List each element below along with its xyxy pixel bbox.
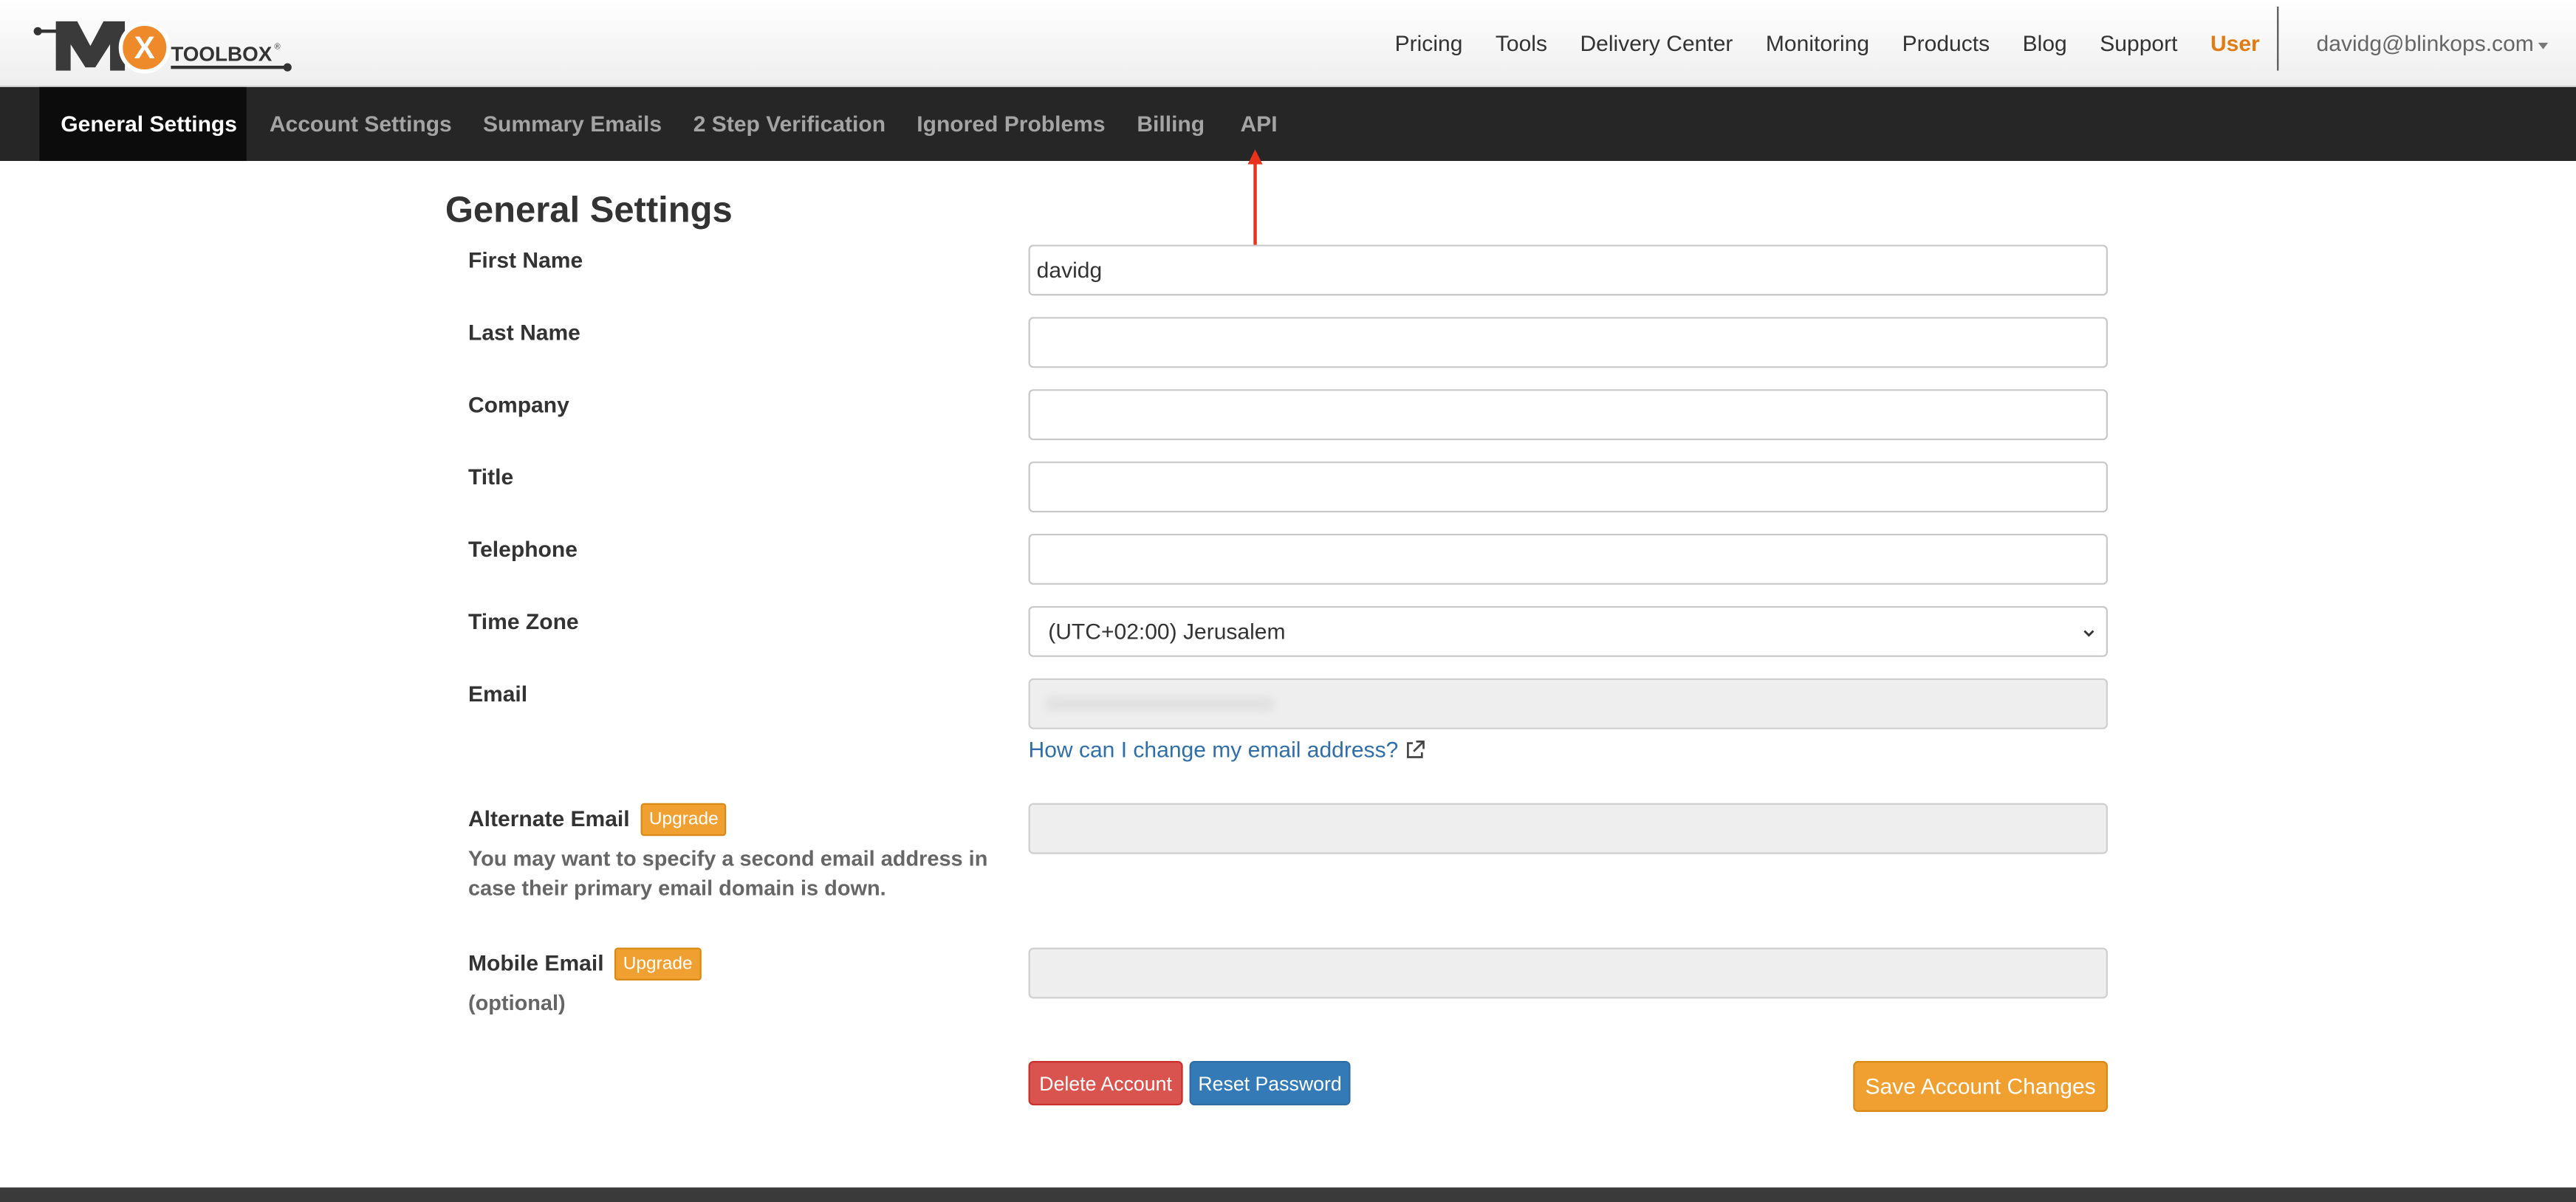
account-email: davidg@blinkops.com xyxy=(2316,31,2534,56)
tab-summary-emails[interactable]: Summary Emails xyxy=(483,87,662,161)
telephone-input[interactable] xyxy=(1028,533,2109,585)
time-zone-label: Time Zone xyxy=(467,609,579,634)
reset-password-button[interactable]: Reset Password xyxy=(1189,1061,1351,1106)
tab-ignored-problems[interactable]: Ignored Problems xyxy=(917,87,1105,161)
change-email-link-text: How can I change my email address? xyxy=(1028,737,1399,763)
page-title: General Settings xyxy=(445,188,733,230)
redacted-email-mask xyxy=(1044,696,1275,712)
header-divider xyxy=(2277,6,2279,71)
first-name-input[interactable] xyxy=(1028,244,2109,296)
svg-text:®: ® xyxy=(274,43,281,52)
save-account-changes-button[interactable]: Save Account Changes xyxy=(1853,1061,2109,1112)
change-email-link[interactable]: How can I change my email address? xyxy=(1029,738,1427,762)
title-input[interactable] xyxy=(1028,461,2109,513)
alternate-email-help: You may want to specify a second email a… xyxy=(467,845,988,901)
mxtoolbox-logo[interactable]: X TOOLBOX ® xyxy=(32,13,295,79)
nav-delivery-center[interactable]: Delivery Center xyxy=(1580,31,1733,55)
nav-monitoring[interactable]: Monitoring xyxy=(1766,31,1869,55)
caret-down-icon xyxy=(2538,41,2549,49)
telephone-label: Telephone xyxy=(467,537,578,562)
tab-general-settings[interactable]: General Settings xyxy=(39,86,247,162)
tab-account-settings[interactable]: Account Settings xyxy=(270,87,452,161)
company-input[interactable] xyxy=(1028,389,2109,441)
alternate-email-label: Alternate Email xyxy=(467,806,630,831)
nav-blog[interactable]: Blog xyxy=(2023,31,2067,55)
first-name-label: First Name xyxy=(467,247,583,273)
page: X TOOLBOX ® Pricing Tools Delivery Cente… xyxy=(0,0,2576,1202)
annotation-arrow-icon xyxy=(1247,149,1263,247)
mobile-email-upgrade-badge[interactable]: Upgrade xyxy=(614,947,701,981)
mobile-email-help: (optional) xyxy=(467,990,566,1015)
time-zone-select[interactable]: (UTC+02:00) Jerusalem xyxy=(1028,605,2109,657)
tab-billing[interactable]: Billing xyxy=(1137,87,1205,161)
alternate-email-upgrade-badge[interactable]: Upgrade xyxy=(640,803,727,837)
tab-2-step-verification[interactable]: 2 Step Verification xyxy=(693,87,886,161)
main-nav: Pricing Tools Delivery Center Monitoring… xyxy=(1395,0,2293,87)
logo-text: TOOLBOX xyxy=(171,42,272,65)
alternate-email-label-row: Alternate Email Upgrade xyxy=(467,803,727,837)
nav-tools[interactable]: Tools xyxy=(1496,31,1547,55)
nav-support[interactable]: Support xyxy=(2100,31,2177,55)
svg-text:X: X xyxy=(134,30,155,65)
time-zone-value: (UTC+02:00) Jerusalem xyxy=(1048,619,1286,645)
footer-bar xyxy=(0,1187,2576,1202)
alternate-email-input xyxy=(1028,803,2109,854)
mobile-email-label: Mobile Email xyxy=(467,950,604,976)
chevron-down-icon xyxy=(2083,630,2094,637)
top-header: X TOOLBOX ® Pricing Tools Delivery Cente… xyxy=(0,0,2576,87)
email-label: Email xyxy=(467,681,528,707)
nav-pricing[interactable]: Pricing xyxy=(1395,31,1463,55)
last-name-input[interactable] xyxy=(1028,317,2109,368)
nav-user[interactable]: User xyxy=(2210,31,2260,55)
nav-products[interactable]: Products xyxy=(1902,31,1990,55)
mobile-email-input xyxy=(1028,947,2109,999)
external-link-icon xyxy=(1407,741,1425,758)
title-label: Title xyxy=(467,464,514,490)
delete-account-button[interactable]: Delete Account xyxy=(1028,1061,1183,1106)
last-name-label: Last Name xyxy=(467,320,580,346)
mobile-email-label-row: Mobile Email Upgrade xyxy=(467,947,701,981)
account-dropdown[interactable]: davidg@blinkops.com xyxy=(2317,0,2549,87)
settings-tabs: General Settings Account Settings Summar… xyxy=(0,86,2576,162)
company-label: Company xyxy=(467,392,569,418)
